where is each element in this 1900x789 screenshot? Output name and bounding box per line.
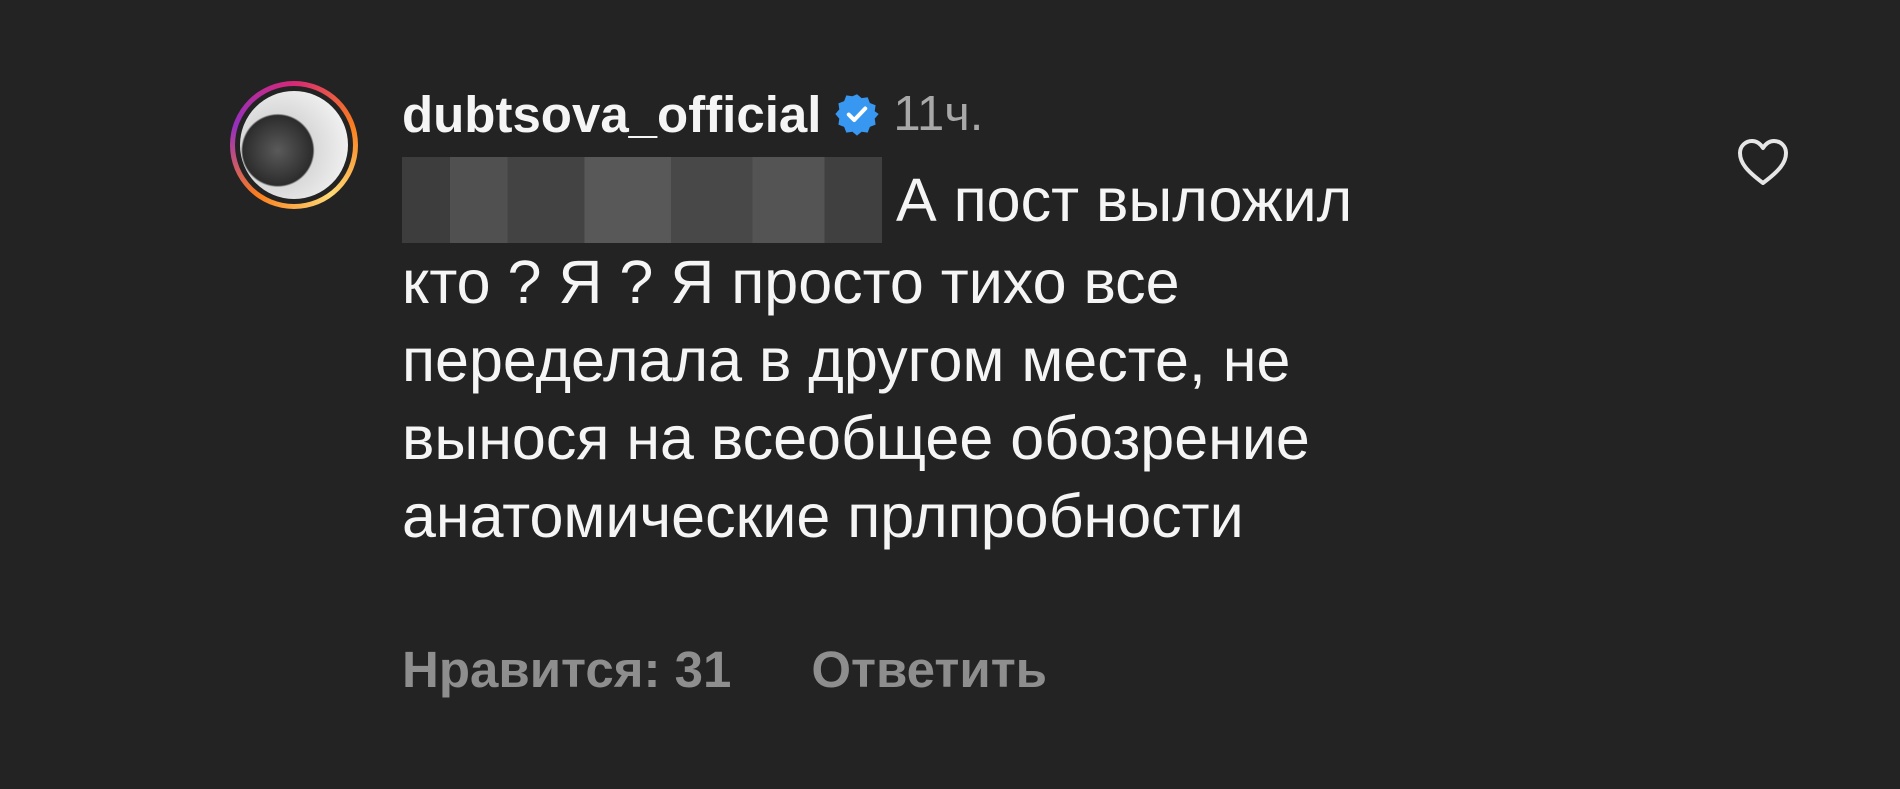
avatar-image [240,91,348,199]
username-link[interactable]: dubtsova_official [402,85,821,144]
likes-count-button[interactable]: Нравится: 31 [402,640,731,699]
heart-icon[interactable] [1737,138,1789,188]
comment-actions: Нравится: 31 Ответить [402,640,1047,699]
redacted-mention [402,157,882,243]
comment-line-4: вынося на всеобщее обозрение [402,404,1310,472]
comment-line-2: кто ? Я ? Я просто тихо все [402,248,1180,316]
avatar[interactable] [230,81,358,209]
comment-text: А пост выложил кто ? Я ? Я просто тихо в… [402,157,1502,555]
comment-timestamp: 11ч. [893,87,984,141]
comment-body: dubtsova_official 11ч. А пост выложил кт… [402,76,1502,555]
avatar-ring-gap [235,86,353,204]
comment-line-5: анатомические прлпробности [402,482,1244,550]
comment-header: dubtsova_official 11ч. [402,76,1502,152]
comment-line-1: А пост выложил [896,166,1353,234]
comment-line-3: переделала в другом месте, не [402,326,1291,394]
verified-badge-icon [835,92,880,136]
reply-button[interactable]: Ответить [811,640,1047,699]
